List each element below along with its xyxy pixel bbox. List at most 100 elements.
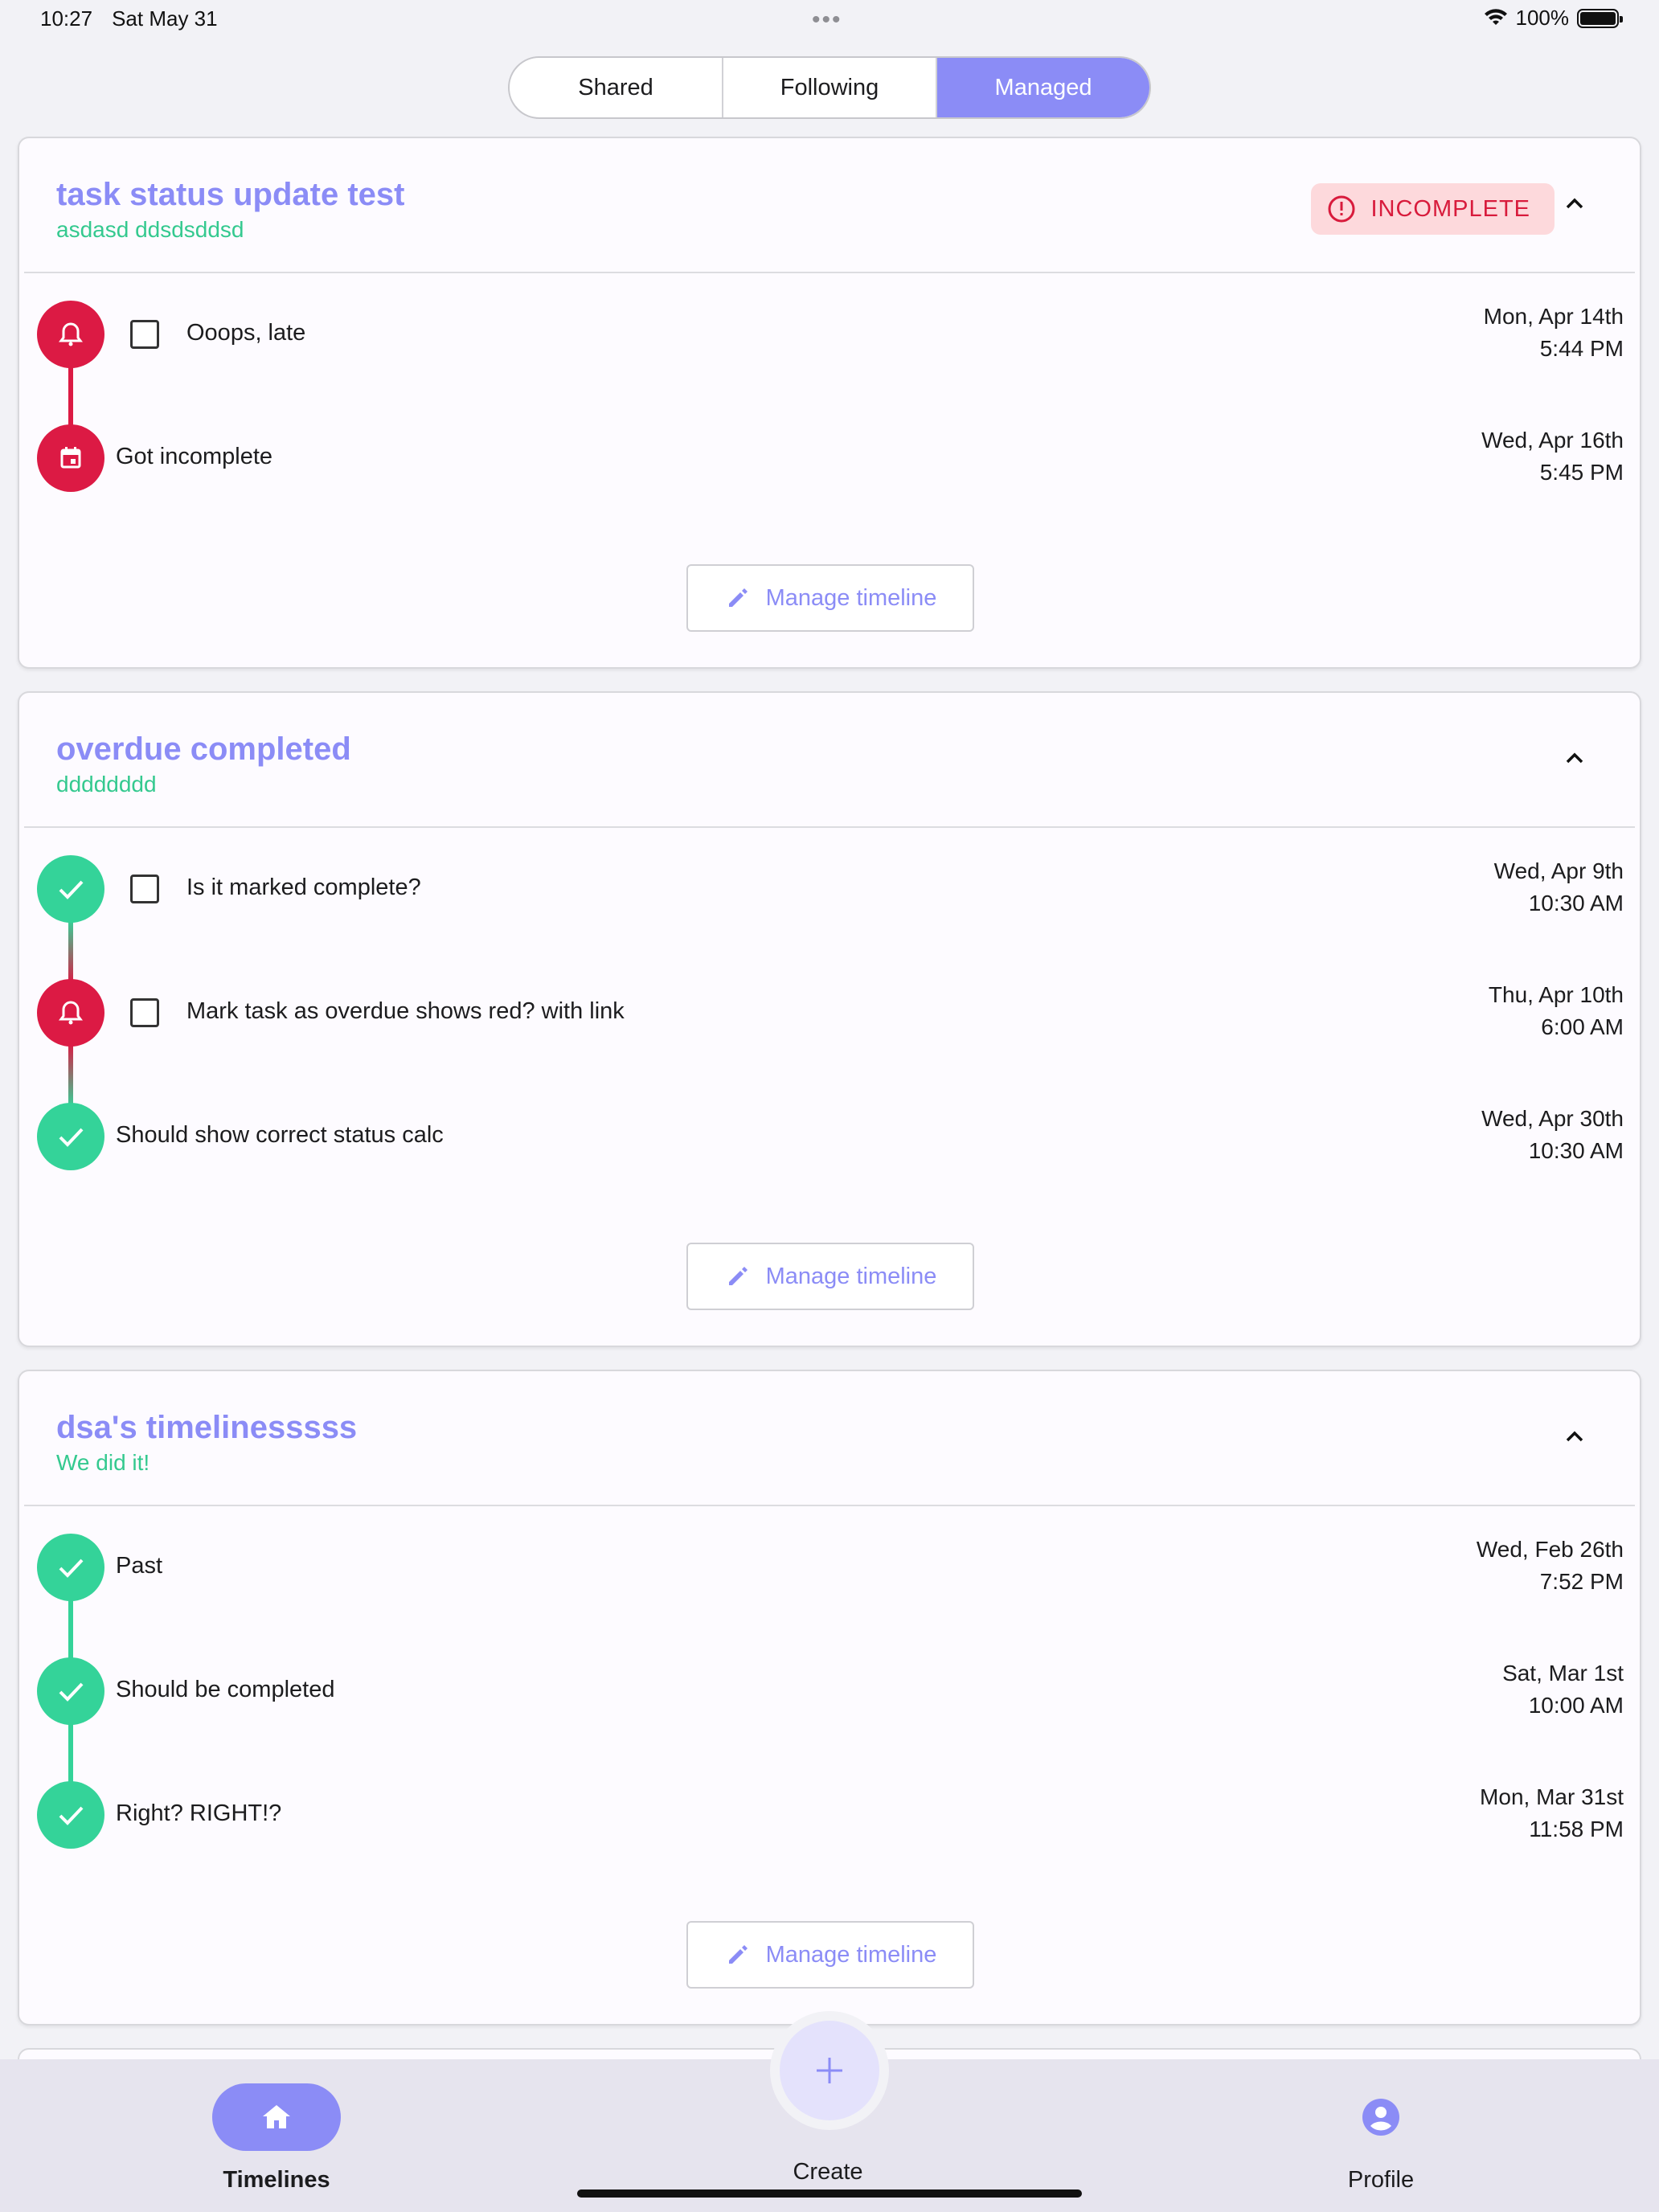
event-row: Should show correct status calc Wed, Apr… (19, 1103, 1640, 1175)
bell-icon (59, 1001, 83, 1025)
timeline-subtitle: dddddddd (56, 772, 157, 797)
status-time: 10:27 (40, 6, 93, 31)
check-icon (59, 1128, 84, 1147)
timeline-card: dsa's timelinesssss We did it! Past Wed,… (18, 1370, 1641, 2026)
event-time: 6:00 AM (1541, 1014, 1624, 1039)
create-button[interactable] (780, 2021, 879, 2120)
event-row: Right? RIGHT!? Mon, Mar 31st 11:58 PM (19, 1781, 1640, 1854)
event-datetime: Thu, Apr 10th 6:00 AM (1489, 979, 1624, 1043)
nav-timelines-pill[interactable] (212, 2083, 341, 2151)
pencil-icon (728, 1267, 748, 1285)
event-date: Thu, Apr 10th (1488, 982, 1624, 1007)
event-time: 10:00 AM (1528, 1693, 1624, 1718)
manage-timeline-button[interactable]: Manage timeline (686, 1921, 974, 1989)
event-date: Mon, Mar 31st (1480, 1784, 1624, 1809)
status-bar: 10:27 Sat May 31 ••• 100% (0, 0, 1659, 37)
timeline-title: task status update test (56, 177, 405, 212)
timeline-card: task status update test asdasd ddsdsddsd… (18, 137, 1641, 669)
home-icon (263, 2105, 290, 2128)
timeline-filter-tabs: Shared Following Managed (508, 56, 1151, 119)
event-time: 10:30 AM (1528, 891, 1624, 916)
event-row: Is it marked complete? Wed, Apr 9th 10:3… (19, 855, 1640, 928)
event-time: 5:45 PM (1539, 460, 1624, 485)
timeline-card: overdue completed dddddddd Is it marked … (18, 691, 1641, 1347)
event-label: Should be completed (116, 1677, 335, 1702)
pencil-icon (728, 1945, 748, 1964)
check-icon (59, 1682, 84, 1702)
event-time: 5:44 PM (1539, 336, 1624, 361)
plus-icon (817, 2058, 842, 2083)
event-row: Got incomplete Wed, Apr 16th 5:45 PM (19, 424, 1640, 497)
nav-profile-label: Profile (1347, 2167, 1415, 2193)
event-label: Ooops, late (186, 320, 306, 346)
nav-profile[interactable]: Profile (1260, 2083, 1501, 2194)
event-row: Ooops, late Mon, Apr 14th 5:44 PM (19, 301, 1640, 373)
tab-shared[interactable]: Shared (510, 58, 723, 117)
event-label: Mark task as overdue shows red? with lin… (186, 998, 625, 1024)
event-checkbox[interactable] (130, 998, 159, 1027)
manage-timeline-button[interactable]: Manage timeline (686, 564, 974, 632)
timeline-connector (68, 1043, 73, 1108)
manage-timeline-label: Manage timeline (765, 1941, 937, 1968)
timeline-card-header[interactable]: dsa's timelinesssss We did it! (24, 1371, 1635, 1506)
event-status-node (37, 424, 104, 492)
event-checkbox[interactable] (130, 320, 159, 349)
calendar-icon (60, 447, 81, 469)
event-checkbox[interactable] (130, 875, 159, 903)
event-date: Wed, Apr 16th (1481, 428, 1624, 453)
event-status-node (37, 1781, 104, 1849)
nav-create-label[interactable]: Create (707, 2159, 948, 2185)
timeline-card-header[interactable]: task status update test asdasd ddsdsddsd… (24, 138, 1635, 273)
event-datetime: Wed, Apr 16th 5:45 PM (1481, 424, 1624, 489)
event-datetime: Mon, Apr 14th 5:44 PM (1484, 301, 1624, 365)
event-status-node (37, 1657, 104, 1725)
home-indicator[interactable] (577, 2189, 1082, 2198)
status-badge: INCOMPLETE (1311, 183, 1555, 235)
timeline-subtitle: We did it! (56, 1450, 150, 1475)
chevron-up-icon[interactable] (1563, 1424, 1587, 1448)
nav-timelines[interactable]: Timelines (156, 2083, 397, 2194)
tab-following[interactable]: Following (723, 58, 937, 117)
event-label: Is it marked complete? (186, 875, 421, 900)
manage-timeline-label: Manage timeline (765, 1263, 937, 1289)
timeline-subtitle: asdasd ddsdsddsd (56, 217, 244, 242)
tab-managed[interactable]: Managed (937, 58, 1149, 117)
event-row: Should be completed Sat, Mar 1st 10:00 A… (19, 1657, 1640, 1730)
event-status-node (37, 855, 104, 923)
event-time: 7:52 PM (1539, 1569, 1624, 1594)
event-date: Wed, Apr 9th (1493, 858, 1624, 883)
status-date: Sat May 31 (112, 6, 218, 31)
chevron-up-icon[interactable] (1563, 191, 1587, 215)
event-datetime: Sat, Mar 1st 10:00 AM (1502, 1657, 1624, 1722)
check-icon (59, 1559, 84, 1578)
event-date: Wed, Feb 26th (1476, 1537, 1624, 1562)
timeline-connector (68, 920, 73, 984)
nav-profile-pill[interactable] (1317, 2083, 1445, 2151)
nav-timelines-label: Timelines (223, 2167, 330, 2193)
event-date: Mon, Apr 14th (1483, 304, 1624, 329)
timeline-connector (68, 1722, 73, 1786)
timeline-card-header[interactable]: overdue completed dddddddd (24, 693, 1635, 828)
event-date: Sat, Mar 1st (1502, 1661, 1624, 1686)
manage-timeline-button[interactable]: Manage timeline (686, 1243, 974, 1310)
check-icon (59, 1806, 84, 1825)
event-status-node (37, 979, 104, 1047)
timeline-connector (68, 1598, 73, 1662)
chevron-up-icon[interactable] (1563, 746, 1587, 770)
event-datetime: Wed, Apr 9th 10:30 AM (1494, 855, 1624, 920)
account-circle-icon (1362, 2099, 1399, 2136)
event-label: Should show correct status calc (116, 1122, 444, 1148)
event-status-node (37, 1534, 104, 1601)
event-datetime: Wed, Feb 26th 7:52 PM (1477, 1534, 1624, 1598)
timeline-title: dsa's timelinesssss (56, 1410, 358, 1445)
check-icon (59, 880, 84, 899)
event-label: Right? RIGHT!? (116, 1800, 282, 1826)
timeline-title: overdue completed (56, 731, 351, 767)
multitasking-dots-icon[interactable]: ••• (812, 6, 842, 34)
pencil-icon (728, 588, 748, 607)
event-row: Past Wed, Feb 26th 7:52 PM (19, 1534, 1640, 1606)
event-row: Mark task as overdue shows red? with lin… (19, 979, 1640, 1051)
battery-percent: 100% (1515, 6, 1570, 30)
event-time: 11:58 PM (1529, 1817, 1624, 1841)
timeline-connector (68, 365, 73, 429)
